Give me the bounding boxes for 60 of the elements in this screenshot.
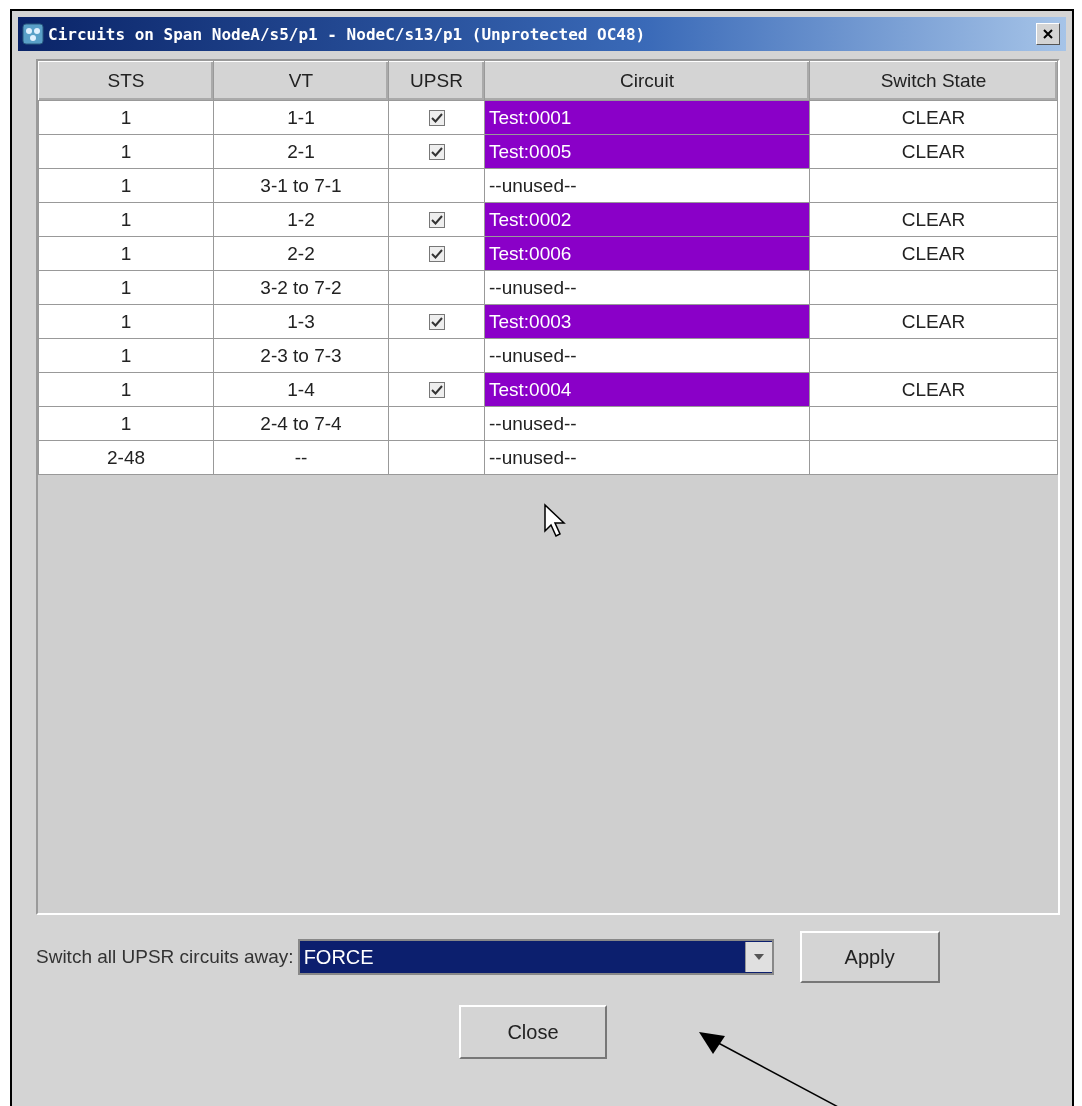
- table-cell: 2-48: [38, 440, 214, 475]
- switch-dropdown[interactable]: FORCE: [297, 939, 774, 975]
- checkbox[interactable]: [428, 314, 445, 331]
- checkbox[interactable]: [428, 246, 445, 263]
- table-cell: CLEAR: [809, 134, 1058, 169]
- table-cell: --unused--: [484, 168, 810, 203]
- table-cell: 1: [38, 134, 214, 169]
- mouse-cursor-icon: [543, 503, 569, 539]
- table-cell: --unused--: [484, 338, 810, 373]
- table-cell: 1-1: [213, 100, 389, 135]
- column-header[interactable]: Switch State: [809, 61, 1058, 101]
- table-cell: 1: [38, 304, 214, 339]
- table-cell: Test:0006: [484, 236, 810, 271]
- table-cell: 1: [38, 372, 214, 407]
- switch-label: Switch all UPSR circuits away:: [36, 946, 294, 968]
- table-cell: 1: [38, 270, 214, 305]
- table-cell: Test:0005: [484, 134, 810, 169]
- table-cell: 1-3: [213, 304, 389, 339]
- table-cell: 2-3 to 7-3: [213, 338, 389, 373]
- table-cell: Test:0004: [484, 372, 810, 407]
- close-button[interactable]: [1036, 23, 1060, 45]
- table-cell: 1-4: [213, 372, 389, 407]
- table-cell: 1: [38, 338, 214, 373]
- table-cell: 1: [38, 406, 214, 441]
- table-cell: 1: [38, 100, 214, 135]
- table-cell: --: [213, 440, 389, 475]
- table-cell: 2-2: [213, 236, 389, 271]
- close-dialog-button[interactable]: Close: [459, 1005, 607, 1059]
- checkbox[interactable]: [428, 144, 445, 161]
- table-cell: CLEAR: [809, 372, 1058, 407]
- table-cell: Test:0003: [484, 304, 810, 339]
- table-cell: 1-2: [213, 202, 389, 237]
- table-cell: CLEAR: [809, 236, 1058, 271]
- column-header[interactable]: STS: [38, 61, 214, 101]
- table-cell: --unused--: [484, 406, 810, 441]
- table-cell: 3-1 to 7-1: [213, 168, 389, 203]
- apply-button[interactable]: Apply: [799, 931, 940, 983]
- network-icon: [22, 23, 44, 45]
- column-header[interactable]: VT: [213, 61, 389, 101]
- table-cell: 2-1: [213, 134, 389, 169]
- checkbox[interactable]: [428, 382, 445, 399]
- table-cell: 1: [38, 202, 214, 237]
- window-title: Circuits on Span NodeA/s5/p1 - NodeC/s13/p1 (Unprotected OC48): [48, 24, 647, 44]
- table-cell: --unused--: [484, 440, 810, 475]
- table-cell: 3-2 to 7-2: [213, 270, 389, 305]
- table-cell: CLEAR: [809, 100, 1058, 135]
- column-header[interactable]: Circuit: [484, 61, 810, 101]
- caret-icon: [753, 954, 764, 960]
- table-cell: Test:0001: [484, 100, 810, 135]
- checkbox[interactable]: [428, 110, 445, 127]
- close-icon: [1042, 28, 1054, 40]
- table-cell: 1: [38, 236, 214, 271]
- table-cell: Test:0002: [484, 202, 810, 237]
- column-header[interactable]: UPSR: [388, 61, 485, 101]
- table-cell: CLEAR: [809, 202, 1058, 237]
- table-cell: --unused--: [484, 270, 810, 305]
- table-cell: CLEAR: [809, 304, 1058, 339]
- checkbox[interactable]: [428, 212, 445, 229]
- table-cell: 2-4 to 7-4: [213, 406, 389, 441]
- table-cell: 1: [38, 168, 214, 203]
